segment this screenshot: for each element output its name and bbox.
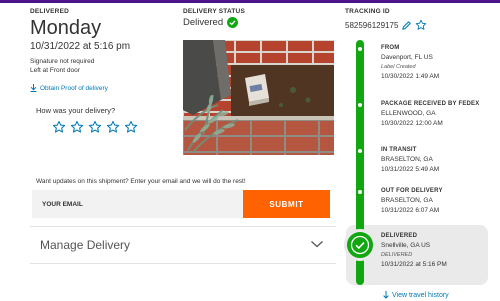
manage-delivery-toggle[interactable]: Manage Delivery bbox=[40, 238, 130, 252]
rating-question: How was your delivery? bbox=[36, 106, 116, 115]
delivery-status-label: DELIVERY STATUS bbox=[183, 8, 245, 15]
event-location: Davenport, FL US bbox=[381, 54, 433, 61]
progress-dot bbox=[358, 47, 362, 51]
event-time: 10/31/2022 at 5:16 PM bbox=[381, 261, 447, 268]
delivered-check-icon bbox=[344, 229, 376, 261]
signature-text: Signature not required bbox=[30, 58, 95, 65]
arrow-down-icon bbox=[383, 291, 389, 299]
star-icon[interactable] bbox=[106, 120, 120, 134]
event-time: 10/30/2022 1:49 AM bbox=[381, 73, 440, 80]
delivery-status-value: Delivered bbox=[183, 17, 224, 28]
tracking-number: 582596129175 bbox=[345, 20, 399, 30]
star-outline-icon[interactable] bbox=[415, 19, 427, 31]
event-title: OUT FOR DELIVERY bbox=[381, 188, 443, 194]
check-circle-icon bbox=[227, 17, 239, 28]
view-travel-history-link[interactable]: View travel history bbox=[383, 291, 449, 299]
timeline-event: IN TRANSIT BRASELTON, GA 10/31/2022 5:49… bbox=[381, 146, 439, 175]
tracking-id-label: TRACKING ID bbox=[345, 8, 390, 15]
timeline-event: OUT FOR DELIVERY BRASELTON, GA 10/31/202… bbox=[381, 187, 443, 216]
divider bbox=[30, 226, 336, 227]
delivery-location-text: Left at Front door bbox=[30, 67, 80, 74]
timeline-event-delivered: DELIVERED Snellville, GA US DELIVERED 10… bbox=[381, 232, 447, 270]
submit-button[interactable]: SUBMIT bbox=[243, 190, 330, 218]
proof-link-label: Obtain Proof of delivery bbox=[40, 84, 108, 92]
progress-dot bbox=[358, 103, 362, 107]
event-time: 10/31/2022 5:49 AM bbox=[381, 166, 440, 173]
event-location: ELLENWOOD, GA bbox=[381, 110, 436, 117]
event-subtitle: Label Created bbox=[381, 64, 416, 70]
progress-dot bbox=[358, 190, 362, 194]
tracking-number-row: 582596129175 bbox=[345, 19, 427, 31]
star-icon[interactable] bbox=[124, 120, 138, 134]
event-title: FROM bbox=[381, 45, 400, 51]
event-location: Snellville, GA US bbox=[381, 242, 431, 249]
star-icon[interactable] bbox=[88, 120, 102, 134]
delivery-datetime: 10/31/2022 at 5:16 pm bbox=[30, 41, 131, 52]
event-time: 10/31/2022 6:07 AM bbox=[381, 207, 440, 214]
delivery-day: Monday bbox=[30, 17, 102, 39]
event-subtitle: DELIVERED bbox=[381, 252, 413, 258]
delivery-status: Delivered bbox=[183, 17, 239, 28]
proof-of-delivery-link[interactable]: Obtain Proof of delivery bbox=[30, 84, 108, 92]
event-time: 10/30/2022 12:00 AM bbox=[381, 120, 443, 127]
chevron-down-icon[interactable] bbox=[310, 239, 324, 249]
travel-history-label: View travel history bbox=[392, 291, 449, 299]
event-location: BRASELTON, GA bbox=[381, 197, 433, 204]
divider bbox=[30, 263, 336, 264]
star-rating bbox=[52, 120, 138, 134]
event-location: BRASELTON, GA bbox=[381, 156, 433, 163]
progress-dot bbox=[358, 149, 362, 153]
email-placeholder: YOUR EMAIL bbox=[42, 201, 83, 208]
brand-top-bar bbox=[0, 0, 500, 3]
timeline-event: PACKAGE RECEIVED BY FEDEX ELLENWOOD, GA … bbox=[381, 100, 479, 129]
event-title: PACKAGE RECEIVED BY FEDEX bbox=[381, 101, 480, 107]
delivered-label: DELIVERED bbox=[30, 8, 70, 15]
proof-of-delivery-photo bbox=[183, 40, 334, 155]
download-icon bbox=[30, 84, 37, 92]
event-title: IN TRANSIT bbox=[381, 147, 417, 153]
timeline-event: FROM Davenport, FL US Label Created 10/3… bbox=[381, 44, 439, 82]
star-icon[interactable] bbox=[70, 120, 84, 134]
pencil-icon[interactable] bbox=[401, 20, 412, 31]
event-title: DELIVERED bbox=[381, 233, 418, 239]
email-updates-prompt: Want updates on this shipment? Enter you… bbox=[36, 178, 246, 185]
star-icon[interactable] bbox=[52, 120, 66, 134]
